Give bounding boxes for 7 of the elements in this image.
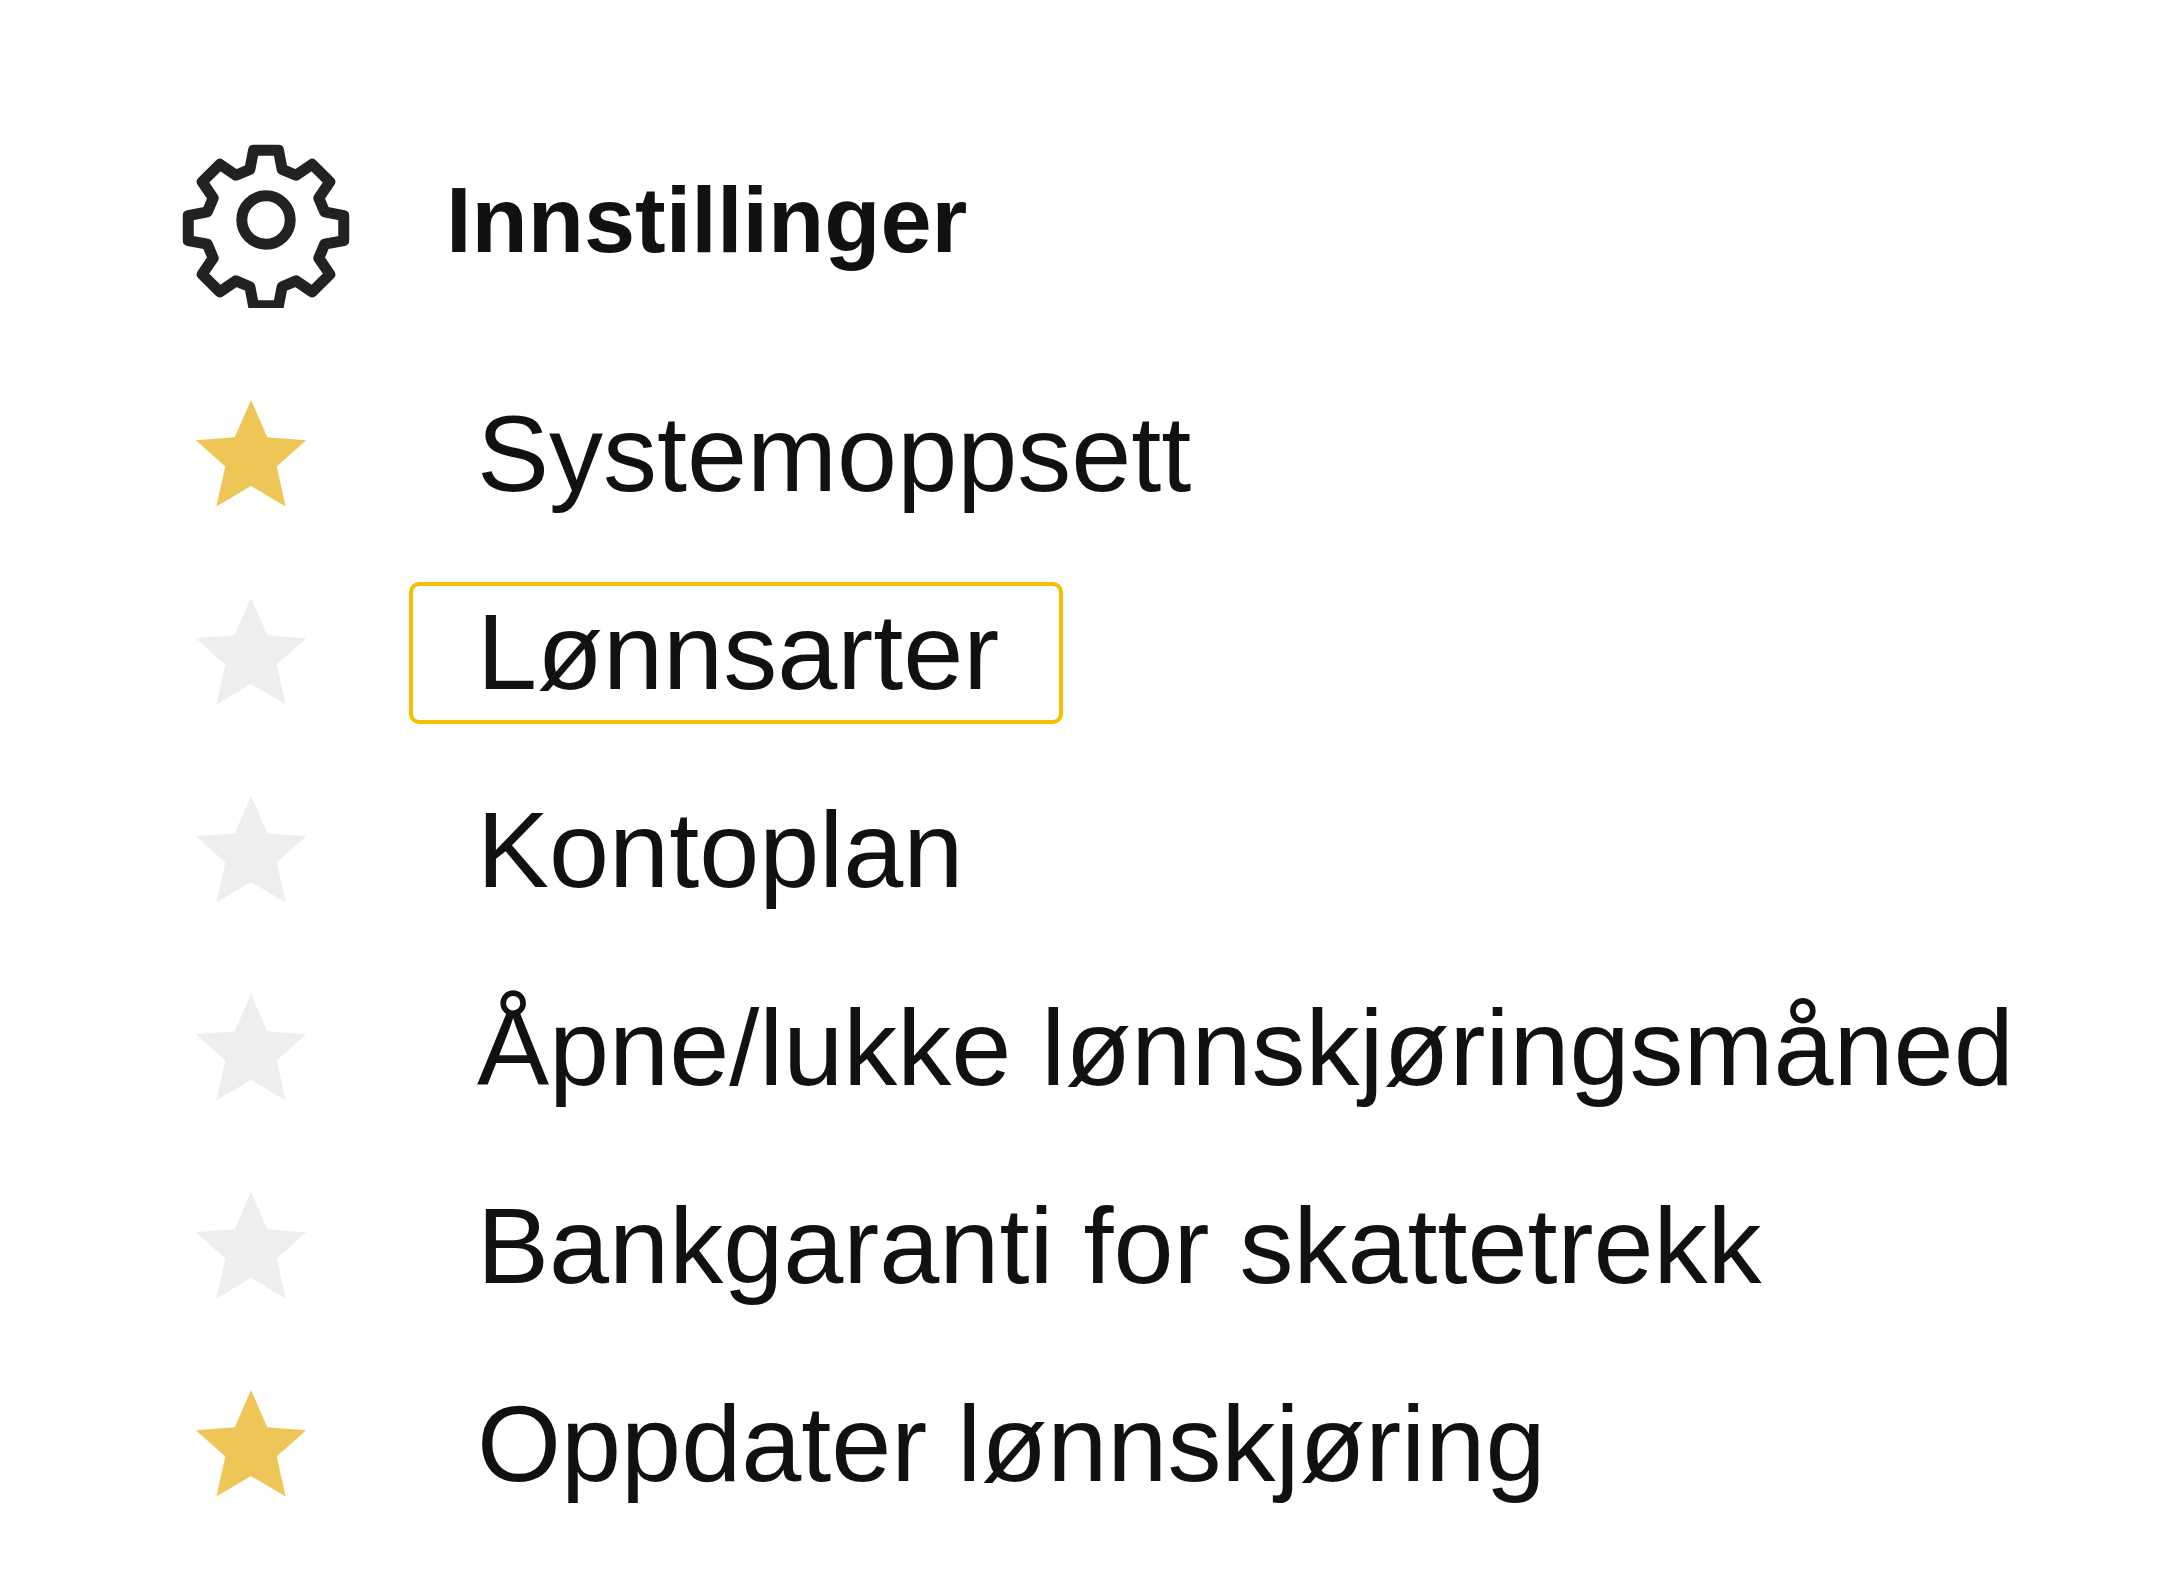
menu-item[interactable]: Systemoppsett [409,384,1256,526]
menu-item[interactable]: Åpne/lukke lønnskjøringsmåned [409,978,2078,1120]
menu-item[interactable]: Oppdater lønnskjøring [409,1374,1610,1516]
menu-item[interactable]: Bankgaranti for skattetrekk [409,1176,1826,1318]
menu-item[interactable]: Kontoplan [409,780,1028,922]
menu-item[interactable]: Lønnsarter [409,582,1064,724]
section-title: Innstillinger [446,167,968,273]
